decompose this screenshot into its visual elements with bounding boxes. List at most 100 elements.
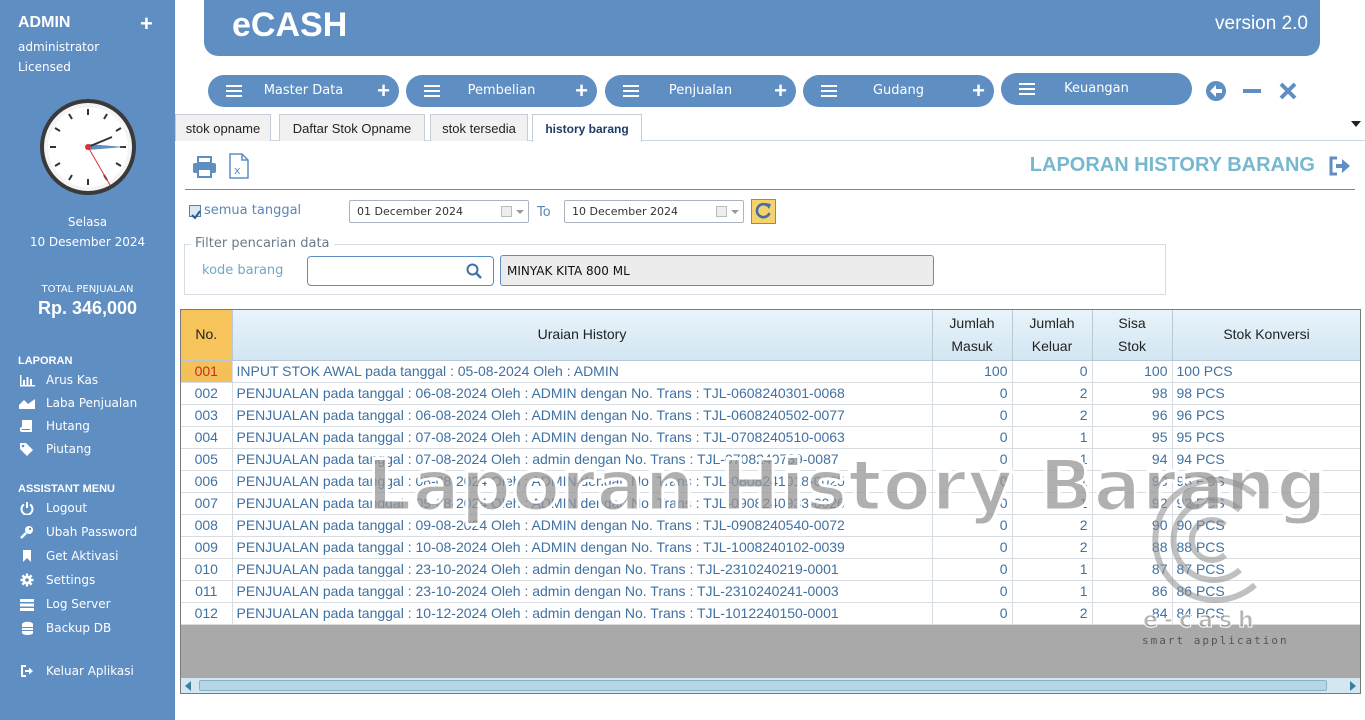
cell-no[interactable]: 001 — [181, 360, 233, 383]
cell-jumlah-keluar[interactable]: 2 — [1012, 514, 1093, 537]
cell-jumlah-masuk[interactable]: 0 — [932, 382, 1013, 405]
cell-jumlah-masuk[interactable]: 0 — [932, 536, 1013, 559]
cell-sisa-stok[interactable]: 95 — [1092, 426, 1173, 449]
table-row[interactable]: 007 PENJUALAN pada tanggal : 09-08-2024 O… — [181, 492, 1360, 515]
tab-daftar-stok-opname[interactable]: Daftar Stok Opname — [279, 114, 425, 141]
cell-uraian[interactable]: PENJUALAN pada tanggal : 23-10-2024 Oleh… — [232, 558, 933, 581]
scrollbar-thumb[interactable] — [199, 680, 1327, 691]
column-header-jumlah-keluar[interactable]: Jumlah Keluar — [1012, 310, 1093, 361]
menu-penjualan[interactable]: Penjualan + — [605, 75, 796, 107]
cell-sisa-stok[interactable]: 86 — [1092, 580, 1173, 603]
cell-sisa-stok[interactable]: 87 — [1092, 558, 1173, 581]
scroll-left-icon[interactable] — [185, 681, 191, 691]
cell-jumlah-keluar[interactable]: 1 — [1012, 470, 1093, 493]
table-row[interactable]: 009 PENJUALAN pada tanggal : 10-08-2024 O… — [181, 536, 1360, 559]
menu-expand-plus[interactable]: + — [575, 78, 588, 104]
scroll-right-icon[interactable] — [1350, 681, 1356, 691]
cell-stok-konversi[interactable]: 90 PCS — [1172, 514, 1360, 537]
cell-jumlah-keluar[interactable]: 2 — [1012, 602, 1093, 625]
cell-stok-konversi[interactable]: 100 PCS — [1172, 360, 1360, 383]
cell-uraian[interactable]: PENJUALAN pada tanggal : 10-12-2024 Oleh… — [232, 602, 933, 625]
menu-expand-plus[interactable]: + — [377, 78, 390, 104]
table-row[interactable]: 006 PENJUALAN pada tanggal : 08-08-2024 O… — [181, 470, 1360, 493]
tab-history-barang[interactable]: history barang — [532, 114, 642, 142]
table-row[interactable]: 005 PENJUALAN pada tanggal : 07-08-2024 O… — [181, 448, 1360, 471]
cell-sisa-stok[interactable]: 98 — [1092, 382, 1173, 405]
cell-sisa-stok[interactable]: 92 — [1092, 492, 1173, 515]
cell-no[interactable]: 011 — [181, 580, 233, 603]
table-row[interactable]: 011 PENJUALAN pada tanggal : 23-10-2024 O… — [181, 580, 1360, 603]
column-header-no[interactable]: No. — [181, 310, 233, 361]
cell-sisa-stok[interactable]: 84 — [1092, 602, 1173, 625]
column-header-uraian[interactable]: Uraian History — [232, 310, 933, 361]
tab-overflow-arrow[interactable] — [1351, 121, 1361, 127]
cell-jumlah-masuk[interactable]: 0 — [932, 514, 1013, 537]
sidebar-item-arus-kas[interactable]: Arus Kas — [18, 370, 168, 390]
sidebar-item-piutang[interactable]: Piutang — [18, 439, 168, 459]
exit-report-icon[interactable] — [1329, 156, 1351, 176]
sidebar-item-hutang[interactable]: Hutang — [18, 416, 168, 436]
cell-uraian[interactable]: PENJUALAN pada tanggal : 10-08-2024 Oleh… — [232, 536, 933, 559]
cell-no[interactable]: 005 — [181, 448, 233, 471]
cell-stok-konversi[interactable]: 94 PCS — [1172, 448, 1360, 471]
cell-no[interactable]: 002 — [181, 382, 233, 405]
horizontal-scrollbar[interactable] — [181, 677, 1360, 693]
date-from-picker[interactable]: 01 December 2024 — [349, 200, 529, 223]
table-row[interactable]: 012 PENJUALAN pada tanggal : 10-12-2024 O… — [181, 602, 1360, 625]
all-dates-checkbox[interactable] — [189, 205, 201, 220]
close-icon[interactable] — [1276, 79, 1300, 103]
cell-jumlah-keluar[interactable]: 1 — [1012, 558, 1093, 581]
cell-jumlah-keluar[interactable]: 1 — [1012, 580, 1093, 603]
cell-jumlah-masuk[interactable]: 0 — [932, 470, 1013, 493]
menu-keuangan[interactable]: Keuangan — [1001, 73, 1192, 105]
cell-stok-konversi[interactable]: 96 PCS — [1172, 404, 1360, 427]
cell-uraian[interactable]: PENJUALAN pada tanggal : 07-08-2024 Oleh… — [232, 448, 933, 471]
cell-uraian[interactable]: PENJUALAN pada tanggal : 08-08-2024 Oleh… — [232, 470, 933, 493]
column-header-stok-konversi[interactable]: Stok Konversi — [1172, 310, 1360, 361]
table-row[interactable]: 001 INPUT STOK AWAL pada tanggal : 05-08-… — [181, 360, 1360, 383]
cell-uraian[interactable]: PENJUALAN pada tanggal : 09-08-2024 Oleh… — [232, 492, 933, 515]
cell-sisa-stok[interactable]: 100 — [1092, 360, 1173, 383]
cell-no[interactable]: 003 — [181, 404, 233, 427]
table-row[interactable]: 004 PENJUALAN pada tanggal : 07-08-2024 O… — [181, 426, 1360, 449]
menu-expand-plus[interactable]: + — [774, 78, 787, 104]
cell-no[interactable]: 009 — [181, 536, 233, 559]
cell-jumlah-keluar[interactable]: 2 — [1012, 536, 1093, 559]
cell-jumlah-keluar[interactable]: 0 — [1012, 360, 1093, 383]
cell-jumlah-masuk[interactable]: 100 — [932, 360, 1013, 383]
cell-uraian[interactable]: INPUT STOK AWAL pada tanggal : 05-08-202… — [232, 360, 933, 383]
cell-sisa-stok[interactable]: 93 — [1092, 470, 1173, 493]
print-icon[interactable] — [192, 155, 217, 179]
cell-stok-konversi[interactable]: 98 PCS — [1172, 382, 1360, 405]
cell-stok-konversi[interactable]: 93 PCS — [1172, 470, 1360, 493]
cell-uraian[interactable]: PENJUALAN pada tanggal : 06-08-2024 Oleh… — [232, 382, 933, 405]
cell-no[interactable]: 012 — [181, 602, 233, 625]
menu-gudang[interactable]: Gudang + — [803, 75, 994, 107]
cell-sisa-stok[interactable]: 90 — [1092, 514, 1173, 537]
cell-stok-konversi[interactable]: 88 PCS — [1172, 536, 1360, 559]
sidebar-item-get-aktivasi[interactable]: Get Aktivasi — [18, 546, 168, 566]
cell-jumlah-keluar[interactable]: 1 — [1012, 448, 1093, 471]
tab-stok-tersedia[interactable]: stok tersedia — [430, 114, 528, 141]
table-row[interactable]: 008 PENJUALAN pada tanggal : 09-08-2024 O… — [181, 514, 1360, 537]
chevron-down-icon[interactable] — [731, 210, 739, 214]
cell-sisa-stok[interactable]: 88 — [1092, 536, 1173, 559]
table-row[interactable]: 003 PENJUALAN pada tanggal : 06-08-2024 O… — [181, 404, 1360, 427]
sidebar-item-laba-penjualan[interactable]: Laba Penjualan — [18, 393, 168, 413]
chevron-down-icon[interactable] — [516, 210, 524, 214]
minimize-icon[interactable] — [1240, 79, 1264, 103]
cell-jumlah-keluar[interactable]: 2 — [1012, 404, 1093, 427]
cell-no[interactable]: 006 — [181, 470, 233, 493]
cell-jumlah-keluar[interactable]: 1 — [1012, 426, 1093, 449]
cell-stok-konversi[interactable]: 95 PCS — [1172, 426, 1360, 449]
cell-jumlah-masuk[interactable]: 0 — [932, 602, 1013, 625]
cell-uraian[interactable]: PENJUALAN pada tanggal : 23-10-2024 Oleh… — [232, 580, 933, 603]
search-icon[interactable] — [466, 263, 482, 279]
cell-jumlah-masuk[interactable]: 0 — [932, 404, 1013, 427]
sidebar-item-backup-db[interactable]: Backup DB — [18, 618, 168, 638]
back-icon[interactable] — [1204, 79, 1228, 103]
refresh-button[interactable] — [751, 199, 776, 224]
cell-jumlah-masuk[interactable]: 0 — [932, 580, 1013, 603]
cell-jumlah-keluar[interactable]: 2 — [1012, 382, 1093, 405]
sidebar-item-ubah-password[interactable]: Ubah Password — [18, 522, 168, 542]
